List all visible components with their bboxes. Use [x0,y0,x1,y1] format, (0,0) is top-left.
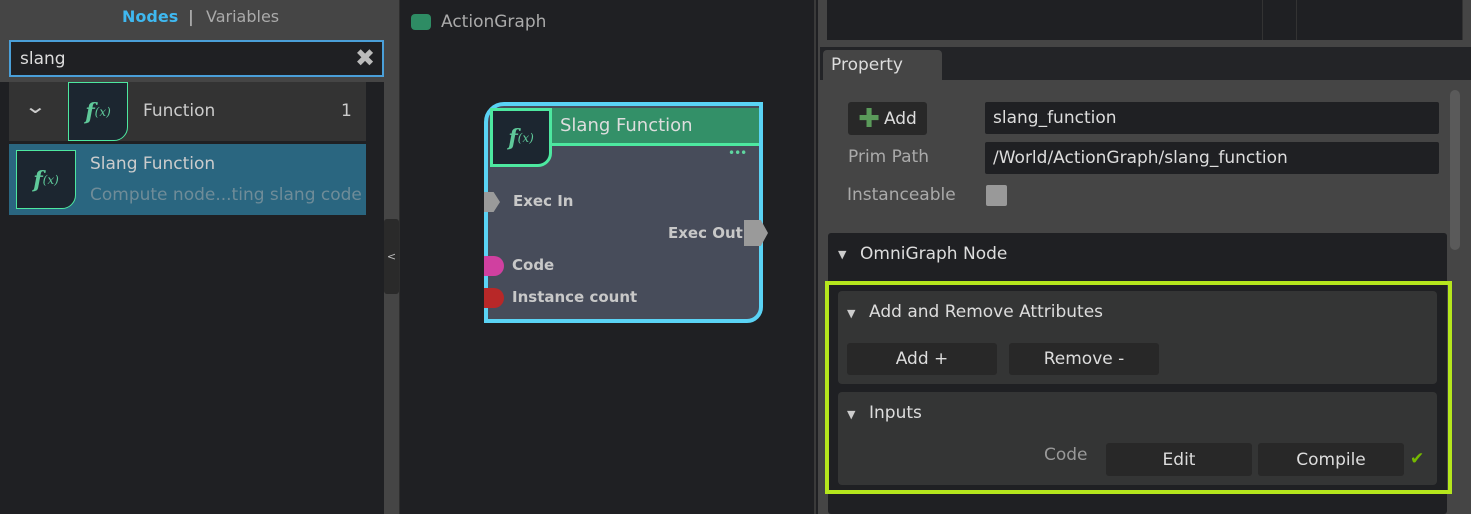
instanceable-label: Instanceable [847,185,956,205]
search-input[interactable] [9,40,384,77]
name-field[interactable]: slang_function [985,102,1439,134]
tab-variables[interactable]: Variables [206,7,279,26]
plus-icon: ✚ [858,103,880,134]
chevron-left-icon: < [386,250,397,263]
triangle-down-icon[interactable]: ▼ [847,408,855,421]
function-icon: f (x) [68,82,128,141]
stage-panel [827,0,1463,40]
tab-separator: | [188,7,194,26]
code-input-label: Code [1044,445,1088,465]
node-title: Slang Function [560,115,693,136]
tab-nodes[interactable]: Nodes [122,7,178,26]
omnigraph-section-title[interactable]: OmniGraph Node [860,244,1007,264]
function-icon: f (x) [16,150,76,209]
slang-function-node[interactable]: f (x) Slang Function ••• Exec In Exec Out… [484,102,768,323]
compile-button[interactable]: Compile [1258,443,1404,476]
exec-in-pin[interactable] [484,192,500,212]
triangle-down-icon[interactable]: ▼ [847,307,855,320]
add-button[interactable]: ✚ Add [848,102,927,135]
scrollbar[interactable] [1450,90,1460,250]
collapse-handle[interactable]: < [384,219,399,294]
chevron-down-icon[interactable]: ⌄ [24,94,47,118]
check-icon: ✔ [1410,449,1425,469]
function-icon: f (x) [490,108,552,167]
triangle-down-icon[interactable]: ▼ [838,248,846,261]
edit-button[interactable]: Edit [1106,443,1252,476]
instanceable-checkbox[interactable] [986,185,1007,206]
more-options-icon[interactable]: ••• [728,146,747,160]
list-item[interactable]: f (x) Slang Function Compute node...ting … [9,144,366,215]
close-icon[interactable]: ✖ [355,44,375,72]
attributes-section-title[interactable]: Add and Remove Attributes [869,302,1103,322]
result-title: Slang Function [90,154,216,174]
category-count: 1 [341,101,352,121]
prim-path-label: Prim Path [848,147,929,167]
tab-property[interactable]: Property [823,50,942,80]
inputs-section-title[interactable]: Inputs [869,403,922,423]
exec-out-label: Exec Out [668,224,743,242]
category-function[interactable]: ⌄ f (x) Function 1 [9,82,366,141]
instance-count-pin[interactable] [484,288,504,308]
graph-title: ActionGraph [441,12,547,32]
prim-path-field[interactable]: /World/ActionGraph/slang_function [985,142,1439,174]
instance-count-label: Instance count [512,288,638,306]
add-attribute-button[interactable]: Add + [847,343,997,375]
code-label: Code [512,256,555,274]
code-pin[interactable] [484,256,504,276]
result-description: Compute node...ting slang code [90,185,362,205]
exec-in-label: Exec In [513,192,574,210]
action-graph-icon [411,14,431,30]
category-label: Function [143,101,216,121]
remove-attribute-button[interactable]: Remove - [1009,343,1159,375]
